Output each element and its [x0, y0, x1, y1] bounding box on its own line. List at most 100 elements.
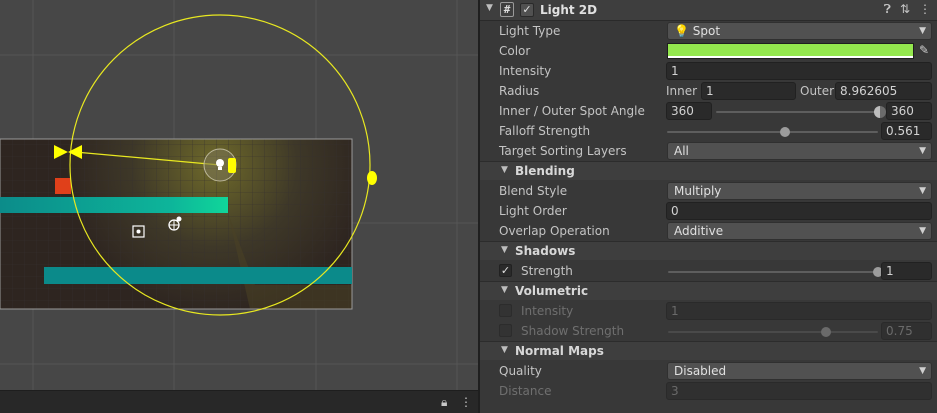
row-shadow-strength: ✓ Strength 1	[480, 261, 937, 281]
overlap-dropdown[interactable]: Additive ▼	[667, 222, 932, 240]
color-label: Color	[499, 44, 531, 58]
chevron-down-icon: ▼	[919, 146, 926, 156]
component-enabled-checkbox[interactable]: ✓	[520, 3, 534, 17]
platform-lower	[44, 267, 352, 284]
overlap-label: Overlap Operation	[499, 224, 610, 238]
sorting-layers-dropdown[interactable]: All ▼	[667, 142, 932, 160]
blend-style-label: Blend Style	[499, 184, 568, 198]
eyedropper-icon[interactable]: ✎	[919, 43, 929, 57]
section-normal-maps[interactable]: ▼ Normal Maps	[480, 341, 937, 360]
presets-icon[interactable]: ⇅	[900, 2, 910, 17]
distance-label: Distance	[499, 384, 552, 398]
radius-inner-label: Inner	[666, 84, 698, 98]
row-light-order: Light Order 0	[480, 201, 937, 221]
light-type-value: Spot	[692, 24, 721, 38]
kebab-menu-icon[interactable]: ⋮	[919, 2, 931, 17]
row-light-type: Light Type 💡 Spot ▼	[480, 21, 937, 41]
row-overlap: Overlap Operation Additive ▼	[480, 221, 937, 241]
chevron-down-icon: ▼	[919, 366, 926, 376]
script-hash-icon: #	[500, 2, 514, 17]
quality-value: Disabled	[674, 364, 727, 378]
radius-handle	[367, 171, 377, 185]
volumetric-intensity-field[interactable]: 1	[666, 302, 932, 320]
collapse-arrow-icon[interactable]: ▼	[501, 165, 508, 175]
light-type-dropdown[interactable]: 💡 Spot ▼	[667, 22, 932, 40]
row-volumetric-intensity: Intensity 1	[480, 301, 937, 321]
quality-label: Quality	[499, 364, 542, 378]
radius-inner-field[interactable]: 1	[701, 82, 796, 100]
shadow-strength-field[interactable]: 1	[881, 262, 932, 280]
light-bulb-icon	[216, 159, 224, 167]
volumetric-shadows-checkbox[interactable]	[499, 324, 512, 337]
intensity-label: Intensity	[499, 64, 552, 78]
section-blending[interactable]: ▼ Blending	[480, 161, 937, 180]
platform-upper	[0, 197, 228, 213]
row-spot-angle: Inner / Outer Spot Angle 360 360	[480, 101, 937, 121]
kebab-menu-icon[interactable]: ⋮	[460, 395, 472, 409]
inspector-panel: ▼ # ✓ Light 2D ❓︎ ⇅ ⋮ Light Type 💡 Spot …	[480, 0, 937, 413]
help-icon[interactable]: ❓︎	[884, 2, 891, 17]
row-color: Color ✎	[480, 41, 937, 61]
light-order-label: Light Order	[499, 204, 567, 218]
section-shadows[interactable]: ▼ Shadows	[480, 241, 937, 260]
falloff-field[interactable]: 0.561	[881, 122, 932, 140]
volumetric-shadow-slider-thumb[interactable]	[820, 327, 831, 337]
volumetric-intensity-label: Intensity	[521, 304, 574, 318]
spot-angle-label: Inner / Outer Spot Angle	[499, 104, 645, 118]
bulb-icon: 💡	[674, 24, 689, 38]
intensity-field[interactable]: 1	[666, 62, 932, 80]
spot-angle-handle[interactable]	[874, 106, 886, 118]
light-order-field[interactable]: 0	[666, 202, 932, 220]
quality-dropdown[interactable]: Disabled ▼	[667, 362, 932, 380]
volumetric-shadow-strength-label: Shadow Strength	[521, 324, 625, 338]
overlap-value: Additive	[674, 224, 724, 238]
volumetric-enabled-checkbox[interactable]	[499, 304, 512, 317]
row-quality: Quality Disabled ▼	[480, 361, 937, 381]
blending-title: Blending	[515, 164, 575, 178]
sorting-layers-value: All	[674, 144, 689, 158]
chevron-down-icon: ▼	[919, 226, 926, 236]
scene-canvas[interactable]	[0, 0, 478, 390]
spot-inner-angle-field[interactable]: 360	[666, 102, 712, 120]
chevron-down-icon: ▼	[919, 26, 926, 36]
collapse-arrow-icon[interactable]: ▼	[501, 245, 508, 255]
light-type-label: Light Type	[499, 24, 561, 38]
blend-style-value: Multiply	[674, 184, 722, 198]
light-handle	[228, 158, 236, 173]
normal-maps-title: Normal Maps	[515, 344, 604, 358]
collapse-arrow-icon[interactable]: ▼	[486, 3, 493, 13]
shadows-enabled-checkbox[interactable]: ✓	[499, 264, 512, 277]
section-volumetric[interactable]: ▼ Volumetric	[480, 281, 937, 300]
sorting-layers-label: Target Sorting Layers	[499, 144, 627, 158]
shadow-strength-slider-track[interactable]	[668, 271, 878, 273]
red-block	[55, 178, 71, 194]
spot-outer-angle-field[interactable]: 360	[886, 102, 932, 120]
volumetric-shadow-strength-field[interactable]: 0.75	[881, 322, 932, 340]
collapse-arrow-icon[interactable]: ▼	[501, 285, 508, 295]
spot-angle-slider[interactable]	[716, 111, 880, 113]
radius-outer-label: Outer	[800, 84, 835, 98]
falloff-slider-thumb[interactable]	[780, 127, 791, 137]
lock-icon[interactable]: 🔒︎	[441, 395, 447, 409]
shadow-strength-label: Strength	[521, 264, 573, 278]
shadows-title: Shadows	[515, 244, 576, 258]
distance-field[interactable]: 3	[666, 382, 932, 400]
volumetric-shadow-slider-track[interactable]	[668, 331, 878, 333]
row-blend-style: Blend Style Multiply ▼	[480, 181, 937, 201]
row-radius: Radius Inner 1 Outer 8.962605	[480, 81, 937, 101]
radius-label: Radius	[499, 84, 540, 98]
falloff-label: Falloff Strength	[499, 124, 591, 138]
color-swatch[interactable]	[667, 43, 914, 59]
row-volumetric-shadow-strength: Shadow Strength 0.75	[480, 321, 937, 341]
collapse-arrow-icon[interactable]: ▼	[501, 345, 508, 355]
scene-view[interactable]: 🔒︎ ⋮	[0, 0, 478, 413]
chevron-down-icon: ▼	[919, 186, 926, 196]
blend-style-dropdown[interactable]: Multiply ▼	[667, 182, 932, 200]
falloff-slider-track[interactable]	[667, 131, 878, 133]
component-title: Light 2D	[540, 3, 598, 17]
row-distance: Distance 3	[480, 381, 937, 401]
radius-outer-field[interactable]: 8.962605	[835, 82, 932, 100]
volumetric-title: Volumetric	[515, 284, 589, 298]
row-intensity: Intensity 1	[480, 61, 937, 81]
component-header[interactable]: ▼ # ✓ Light 2D ❓︎ ⇅ ⋮	[480, 0, 937, 21]
